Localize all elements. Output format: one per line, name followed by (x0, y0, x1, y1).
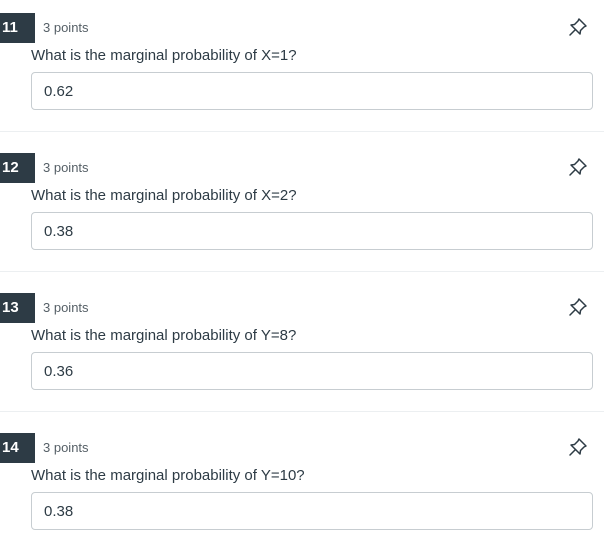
answer-input[interactable] (31, 352, 593, 390)
question-text: What is the marginal probability of Y=8? (31, 327, 297, 344)
question-card-11: 11 3 points What is the marginal probabi… (0, 0, 616, 140)
question-text: What is the marginal probability of X=2? (31, 187, 297, 204)
divider (0, 271, 604, 272)
answer-input[interactable] (31, 492, 593, 530)
question-card-13: 13 3 points What is the marginal probabi… (0, 280, 616, 420)
question-points: 3 points (43, 440, 89, 455)
answer-input[interactable] (31, 72, 593, 110)
question-points: 3 points (43, 300, 89, 315)
question-number: 12 (0, 153, 35, 183)
question-card-14: 14 3 points What is the marginal probabi… (0, 420, 616, 560)
question-number: 11 (0, 13, 35, 43)
divider (0, 411, 604, 412)
question-text: What is the marginal probability of X=1? (31, 47, 297, 64)
pin-icon[interactable] (568, 437, 588, 457)
question-card-12: 12 3 points What is the marginal probabi… (0, 140, 616, 280)
answer-input[interactable] (31, 212, 593, 250)
divider (0, 131, 604, 132)
pin-icon[interactable] (568, 297, 588, 317)
pin-icon[interactable] (568, 157, 588, 177)
question-points: 3 points (43, 160, 89, 175)
question-points: 3 points (43, 20, 89, 35)
question-number: 14 (0, 433, 35, 463)
pin-icon[interactable] (568, 17, 588, 37)
question-text: What is the marginal probability of Y=10… (31, 467, 305, 484)
question-number: 13 (0, 293, 35, 323)
